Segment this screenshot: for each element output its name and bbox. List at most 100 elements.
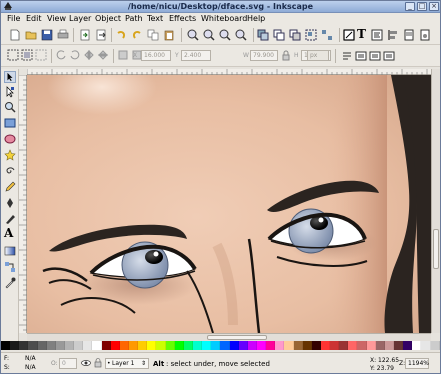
menu-view[interactable]: View	[47, 14, 66, 23]
palette-swatch[interactable]	[348, 341, 358, 350]
palette-swatch[interactable]	[339, 341, 349, 350]
pen-icon[interactable]	[4, 197, 16, 209]
zoom-field[interactable]: 1194%	[405, 358, 429, 369]
preferences-icon[interactable]	[403, 29, 415, 41]
palette-swatch[interactable]	[311, 341, 321, 350]
palette-swatch[interactable]	[320, 341, 331, 350]
palette-swatch[interactable]	[266, 341, 276, 350]
palette-swatch[interactable]	[1, 341, 11, 350]
undo-icon[interactable]	[115, 29, 127, 41]
palette-swatch[interactable]	[275, 341, 285, 350]
select-all-icon[interactable]	[7, 49, 19, 61]
palette-swatch[interactable]	[174, 341, 184, 350]
palette-swatch[interactable]	[211, 341, 221, 350]
scale-corners-icon[interactable]	[355, 50, 367, 62]
palette-swatch[interactable]	[83, 341, 93, 350]
duplicate-icon[interactable]	[257, 29, 269, 41]
palette-swatch[interactable]	[366, 341, 376, 350]
close-button[interactable]: ×	[429, 2, 439, 11]
vertical-scroll-thumb[interactable]	[433, 229, 439, 269]
copy-icon[interactable]	[147, 29, 159, 41]
lock-icon[interactable]	[280, 50, 292, 62]
gradient-icon[interactable]	[4, 245, 16, 257]
minimize-button[interactable]: _	[405, 2, 415, 11]
palette-swatch[interactable]	[220, 341, 230, 350]
menu-whiteboard[interactable]: Whiteboard	[201, 14, 247, 23]
text-font-icon[interactable]: T	[357, 27, 366, 41]
palette-swatch[interactable]	[156, 341, 166, 350]
palette-swatch[interactable]	[421, 341, 431, 350]
clone-icon[interactable]	[273, 29, 285, 41]
stroke-indicator[interactable]: N/A	[25, 364, 36, 371]
palette-swatch[interactable]	[430, 341, 440, 350]
palette-swatch[interactable]	[284, 341, 294, 350]
menu-help[interactable]: Help	[247, 14, 265, 23]
rect-icon[interactable]	[4, 117, 16, 129]
opacity-field[interactable]: 0	[59, 358, 77, 369]
palette-swatch[interactable]	[403, 341, 413, 350]
menu-text[interactable]: Text	[147, 14, 163, 23]
rotate-cw-icon[interactable]	[69, 49, 81, 61]
import-icon[interactable]	[79, 29, 91, 41]
move-gradients-icon[interactable]	[369, 50, 381, 62]
palette-swatch[interactable]	[183, 341, 193, 350]
palette-swatch[interactable]	[74, 341, 84, 350]
palette-swatch[interactable]	[46, 341, 56, 350]
palette-swatch[interactable]	[293, 341, 303, 350]
palette-swatch[interactable]	[412, 341, 422, 350]
star-icon[interactable]	[4, 149, 16, 161]
menu-file[interactable]: File	[7, 14, 20, 23]
print-icon[interactable]	[57, 29, 69, 41]
palette-swatch[interactable]	[10, 341, 20, 350]
menu-layer[interactable]: Layer	[69, 14, 91, 23]
palette-swatch[interactable]	[19, 341, 29, 350]
zoom-drawing-icon[interactable]	[203, 29, 215, 41]
palette-swatch[interactable]	[375, 341, 385, 350]
flip-vertical-icon[interactable]	[97, 49, 109, 61]
palette-swatch[interactable]	[64, 341, 75, 350]
palette-swatch[interactable]	[110, 341, 120, 350]
pencil-icon[interactable]	[4, 181, 16, 193]
palette-swatch[interactable]	[119, 341, 129, 350]
palette-swatch[interactable]	[192, 341, 203, 350]
zoom-icon[interactable]	[4, 101, 16, 113]
palette-swatch[interactable]	[128, 341, 139, 350]
palette-swatch[interactable]	[147, 341, 157, 350]
align-distribute-icon[interactable]	[387, 29, 399, 41]
rotate-ccw-icon[interactable]	[55, 49, 67, 61]
palette-swatch[interactable]	[394, 341, 404, 350]
redo-icon[interactable]	[131, 29, 143, 41]
layer-select[interactable]: • Layer 1 ⇕	[105, 358, 149, 369]
vertical-scrollbar[interactable]	[431, 69, 440, 333]
ungroup-icon[interactable]	[321, 29, 333, 41]
palette-swatch[interactable]	[357, 341, 367, 350]
select-all-layers-icon[interactable]	[21, 49, 33, 61]
unlink-clone-icon[interactable]	[289, 29, 301, 41]
palette-swatch[interactable]	[202, 341, 212, 350]
fill-stroke-icon[interactable]	[343, 29, 355, 41]
y-field[interactable]: 2.400	[181, 50, 211, 61]
palette-swatch[interactable]	[165, 341, 175, 350]
palette-swatch[interactable]	[37, 341, 47, 350]
x-field[interactable]: 16.000	[141, 50, 171, 61]
scale-stroke-icon[interactable]	[341, 50, 353, 62]
deselect-icon[interactable]	[35, 49, 47, 61]
document-properties-icon[interactable]	[419, 29, 431, 41]
raise-to-top-icon[interactable]	[117, 49, 129, 61]
spiral-icon[interactable]	[4, 165, 16, 177]
export-icon[interactable]	[95, 29, 107, 41]
palette-swatch[interactable]	[229, 341, 239, 350]
xml-editor-icon[interactable]	[371, 29, 383, 41]
zoom-page-icon[interactable]	[219, 29, 231, 41]
group-icon[interactable]	[305, 29, 317, 41]
drawing-canvas[interactable]	[27, 75, 431, 333]
lock-layer-icon[interactable]	[93, 358, 103, 368]
maximize-button[interactable]: □	[417, 2, 427, 11]
paste-icon[interactable]	[163, 29, 175, 41]
palette-swatch[interactable]	[238, 341, 248, 350]
node-icon[interactable]	[4, 86, 16, 98]
dropper-icon[interactable]	[4, 277, 16, 289]
eye-visibility-icon[interactable]	[81, 358, 91, 368]
connector-icon[interactable]	[4, 261, 16, 273]
palette-swatch[interactable]	[302, 341, 312, 350]
